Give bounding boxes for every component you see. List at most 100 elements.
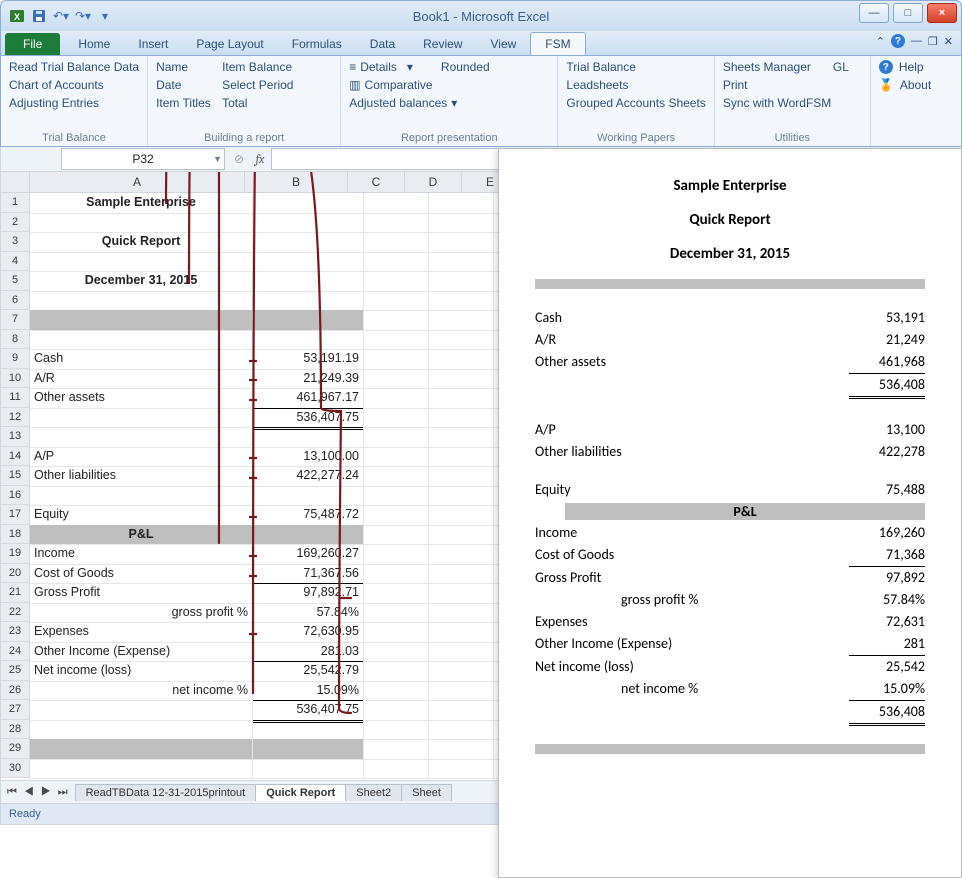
- row-header[interactable]: 16: [1, 486, 30, 506]
- cell-a24[interactable]: Other Income (Expense): [30, 642, 253, 663]
- sheet-tab[interactable]: Sheet: [401, 784, 452, 801]
- row-header[interactable]: 7: [1, 310, 30, 330]
- fx-icon[interactable]: fx: [249, 152, 271, 166]
- cell-a22[interactable]: gross profit %: [30, 603, 253, 624]
- cell-b26[interactable]: 15.09%: [253, 681, 364, 702]
- cell-b24[interactable]: 281.03: [253, 642, 364, 663]
- row-header[interactable]: 30: [1, 759, 30, 779]
- undo-icon[interactable]: ↶▾: [51, 6, 71, 26]
- select-period-button[interactable]: Select Period: [222, 78, 293, 92]
- cell-a3[interactable]: Quick Report: [30, 232, 253, 253]
- help-icon[interactable]: ?: [891, 34, 905, 48]
- sheet-tab[interactable]: ReadTBData 12-31-2015printout: [75, 784, 257, 801]
- cell-b22[interactable]: 57.84%: [253, 603, 364, 624]
- rounded-button[interactable]: Rounded: [441, 60, 490, 74]
- cell-a11[interactable]: Other assets: [30, 388, 253, 409]
- row-header[interactable]: 22: [1, 603, 30, 623]
- cell-a20[interactable]: Cost of Goods: [30, 564, 253, 585]
- cell-b23[interactable]: 72,630.95: [253, 622, 364, 643]
- window-restore-icon[interactable]: ❐: [928, 35, 938, 48]
- excel-icon[interactable]: X: [7, 6, 27, 26]
- grouped-accounts-button[interactable]: Grouped Accounts Sheets: [566, 96, 705, 110]
- cell-a5[interactable]: December 31, 2015: [30, 271, 253, 292]
- select-all-corner[interactable]: [1, 172, 30, 193]
- close-button[interactable]: ×: [927, 3, 957, 23]
- cell-a23[interactable]: Expenses: [30, 622, 253, 643]
- gl-button[interactable]: GL: [833, 60, 849, 74]
- sheet-tab-active[interactable]: Quick Report: [255, 784, 346, 801]
- cell-b20[interactable]: 71,367.56: [253, 564, 364, 585]
- col-header-a[interactable]: A: [30, 172, 245, 192]
- date-button[interactable]: Date: [156, 78, 218, 92]
- qat-customize-icon[interactable]: ▾: [95, 6, 115, 26]
- chevron-down-icon[interactable]: ▼: [213, 154, 222, 164]
- row-header[interactable]: 20: [1, 564, 30, 584]
- sync-wordfsm-button[interactable]: Sync with WordFSM: [723, 96, 862, 110]
- cell-b9[interactable]: 53,191.19: [253, 349, 364, 370]
- name-button[interactable]: Name: [156, 60, 218, 74]
- total-button[interactable]: Total: [222, 96, 247, 110]
- cell-a21[interactable]: Gross Profit: [30, 583, 253, 604]
- tab-view[interactable]: View: [477, 33, 531, 55]
- row-header[interactable]: 18: [1, 525, 30, 545]
- leadsheets-button[interactable]: Leadsheets: [566, 78, 705, 92]
- row-header[interactable]: 19: [1, 544, 30, 564]
- adjusted-balances-button[interactable]: Adjusted balances: [349, 96, 447, 110]
- row-header[interactable]: 27: [1, 700, 30, 720]
- adjusting-entries-button[interactable]: Adjusting Entries: [9, 96, 139, 110]
- help-button[interactable]: Help: [899, 60, 924, 74]
- cell-b25[interactable]: 25,542.79: [253, 661, 364, 682]
- read-trial-balance-button[interactable]: Read Trial Balance Data: [9, 60, 139, 74]
- cell-a18[interactable]: P&L: [30, 525, 253, 546]
- details-button[interactable]: Details: [360, 60, 397, 74]
- chart-of-accounts-button[interactable]: Chart of Accounts: [9, 78, 139, 92]
- minimize-button[interactable]: —: [859, 3, 889, 23]
- cell-a10[interactable]: A/R: [30, 369, 253, 390]
- row-header[interactable]: 13: [1, 427, 30, 447]
- row-header[interactable]: 10: [1, 369, 30, 389]
- cell-a25[interactable]: Net income (loss): [30, 661, 253, 682]
- cell-b10[interactable]: 21,249.39: [253, 369, 364, 390]
- row-header[interactable]: 17: [1, 505, 30, 525]
- row-header[interactable]: 11: [1, 388, 30, 408]
- cell-a14[interactable]: A/P: [30, 447, 253, 468]
- cell-a1[interactable]: Sample Enterprise: [30, 193, 253, 214]
- row-header[interactable]: 21: [1, 583, 30, 603]
- sheets-manager-button[interactable]: Sheets Manager: [723, 60, 811, 74]
- window-min-icon[interactable]: —: [911, 35, 922, 47]
- cell-b21[interactable]: 97,892.71: [253, 583, 364, 604]
- col-header-c[interactable]: C: [348, 172, 405, 192]
- row-header[interactable]: 2: [1, 213, 30, 233]
- row-header[interactable]: 8: [1, 330, 30, 350]
- item-titles-button[interactable]: Item Titles: [156, 96, 218, 110]
- cell-b19[interactable]: 169,260.27: [253, 544, 364, 565]
- row-header[interactable]: 26: [1, 681, 30, 701]
- sheet-nav-buttons[interactable]: ⏮ ◀ ▶ ⏭: [1, 786, 76, 799]
- item-balance-button[interactable]: Item Balance: [222, 60, 292, 74]
- cell-b11[interactable]: 461,967.17: [253, 388, 364, 409]
- tab-formulas[interactable]: Formulas: [278, 33, 356, 55]
- row-header[interactable]: 1: [1, 193, 30, 213]
- redo-icon[interactable]: ↷▾: [73, 6, 93, 26]
- row-header[interactable]: 28: [1, 720, 30, 740]
- cell-a9[interactable]: Cash: [30, 349, 253, 370]
- col-header-b[interactable]: B: [245, 172, 348, 192]
- cell-b15[interactable]: 422,277.24: [253, 466, 364, 487]
- cell-b14[interactable]: 13,100.00: [253, 447, 364, 468]
- tab-page-layout[interactable]: Page Layout: [182, 33, 277, 55]
- cell-a19[interactable]: Income: [30, 544, 253, 565]
- trial-balance-button[interactable]: Trial Balance: [566, 60, 705, 74]
- tab-file[interactable]: File: [5, 33, 60, 55]
- cell-a15[interactable]: Other liabilities: [30, 466, 253, 487]
- row-header[interactable]: 25: [1, 661, 30, 681]
- tab-review[interactable]: Review: [409, 33, 476, 55]
- save-icon[interactable]: [29, 6, 49, 26]
- cell-a17[interactable]: Equity: [30, 505, 253, 526]
- tab-insert[interactable]: Insert: [124, 33, 182, 55]
- tab-data[interactable]: Data: [356, 33, 409, 55]
- row-header[interactable]: 15: [1, 466, 30, 486]
- name-box[interactable]: P32▼: [61, 148, 225, 170]
- row-header[interactable]: 4: [1, 252, 30, 272]
- sheet-tab[interactable]: Sheet2: [345, 784, 402, 801]
- print-button[interactable]: Print: [723, 78, 862, 92]
